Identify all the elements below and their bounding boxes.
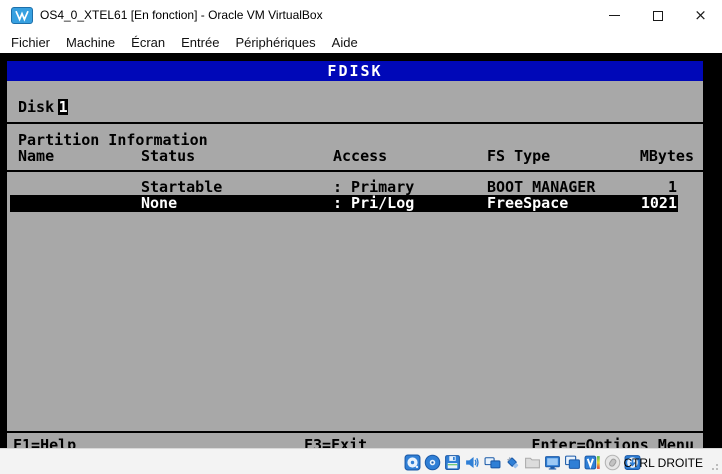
statusbar: CTRL DROITE xyxy=(0,448,722,474)
close-icon: × xyxy=(694,8,707,23)
hard-disk-icon[interactable] xyxy=(403,453,421,471)
minimize-button[interactable] xyxy=(593,0,636,31)
menu-machine[interactable]: Machine xyxy=(58,35,123,50)
maximize-icon xyxy=(653,11,663,21)
recording-icon[interactable] xyxy=(563,453,581,471)
col-header-mbytes: MBytes xyxy=(640,148,694,164)
menu-entree[interactable]: Entrée xyxy=(173,35,227,50)
maximize-button[interactable] xyxy=(636,0,679,31)
disk-label: Disk xyxy=(18,98,54,116)
titlebar[interactable]: OS4_0_XTEL61 [En fonction] - Oracle VM V… xyxy=(0,0,722,31)
cell-mbytes: 1021 xyxy=(641,195,677,211)
vm-features-icon[interactable] xyxy=(583,453,601,471)
cell-status: None xyxy=(141,195,177,211)
floppy-icon[interactable] xyxy=(443,453,461,471)
menu-fichier[interactable]: Fichier xyxy=(3,35,58,50)
window-title: OS4_0_XTEL61 [En fonction] - Oracle VM V… xyxy=(40,8,323,22)
network-icon[interactable] xyxy=(483,453,501,471)
col-header-fs-type: FS Type xyxy=(487,148,550,164)
vm-display[interactable]: FDISK Disk1 Partition Information Name S… xyxy=(0,53,722,448)
divider xyxy=(7,122,703,124)
col-header-access: Access xyxy=(333,148,387,164)
divider xyxy=(7,431,703,433)
optical-disc-icon[interactable] xyxy=(423,453,441,471)
disk-number-cursor: 1 xyxy=(58,99,68,115)
fdisk-screen: FDISK Disk1 Partition Information Name S… xyxy=(7,61,703,448)
fdisk-title: FDISK xyxy=(7,61,703,81)
cell-access: : Pri/Log xyxy=(333,195,414,211)
display-icon[interactable] xyxy=(543,453,561,471)
mouse-integration-icon[interactable] xyxy=(603,453,621,471)
minimize-icon xyxy=(609,15,620,16)
shared-folders-icon[interactable] xyxy=(523,453,541,471)
cell-status: Startable xyxy=(141,179,222,195)
col-header-name: Name xyxy=(18,148,54,164)
cell-fs-type: FreeSpace xyxy=(487,195,568,211)
close-button[interactable]: × xyxy=(679,0,722,31)
divider xyxy=(7,170,703,172)
virtualbox-logo-icon xyxy=(11,7,33,24)
section-title: Partition Information xyxy=(18,132,208,148)
cell-mbytes: 1 xyxy=(668,179,677,195)
window-controls: × xyxy=(593,0,722,31)
table-header: Name Status Access FS Type MBytes xyxy=(7,148,703,165)
virtualbox-window: OS4_0_XTEL61 [En fonction] - Oracle VM V… xyxy=(0,0,722,474)
cell-access: : Primary xyxy=(333,179,414,195)
resize-grip[interactable] xyxy=(710,462,718,470)
usb-icon[interactable] xyxy=(503,453,521,471)
disk-selector: Disk1 xyxy=(18,99,68,115)
menubar: Fichier Machine Écran Entrée Périphériqu… xyxy=(0,31,722,53)
col-header-status: Status xyxy=(141,148,195,164)
menu-aide[interactable]: Aide xyxy=(324,35,366,50)
table-row-selected: None : Pri/Log FreeSpace 1021 xyxy=(7,195,703,212)
menu-ecran[interactable]: Écran xyxy=(123,35,173,50)
host-key-label: CTRL DROITE xyxy=(623,456,703,470)
device-icons xyxy=(403,453,641,471)
cell-fs-type: BOOT MANAGER xyxy=(487,179,595,195)
audio-icon[interactable] xyxy=(463,453,481,471)
menu-peripheriques[interactable]: Périphériques xyxy=(227,35,323,50)
